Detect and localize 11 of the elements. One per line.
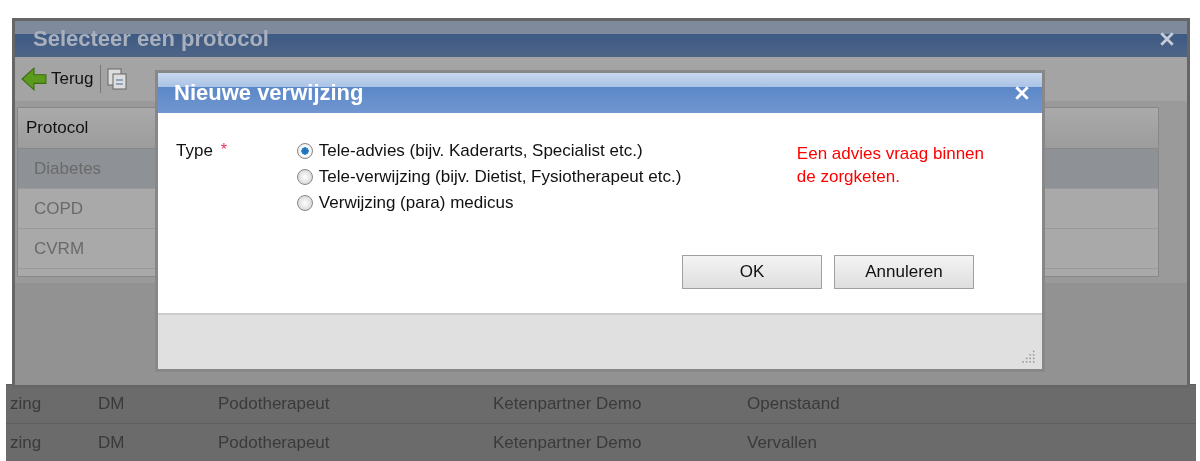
close-icon[interactable] [1159,31,1175,47]
dialog-button[interactable]: Annuleren [834,255,974,289]
back-button[interactable]: Terug [21,65,101,93]
back-arrow-icon [21,67,47,91]
window-title: Selecteer een protocol [33,26,269,52]
dialog-title: Nieuwe verwijzing [174,80,364,106]
document-icon[interactable] [106,68,127,90]
radio-option[interactable]: Tele-verwijzing (bijv. Dietist, Fysiotherapeut etc.) [296,167,797,187]
resize-grip-icon[interactable] [1022,349,1036,363]
dialog-button[interactable]: OK [682,255,822,289]
radio-option[interactable]: Verwijzing (para) medicus [296,193,797,213]
